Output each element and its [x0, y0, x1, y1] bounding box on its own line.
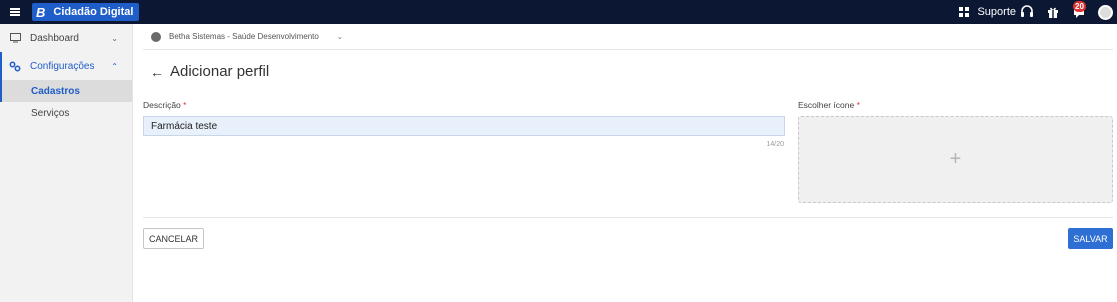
sidebar: Dashboard ⌄ Configurações ⌃ Cadastros Se… [0, 24, 133, 302]
notifications-button[interactable]: 20 [1072, 1, 1086, 19]
notification-badge: 20 [1073, 1, 1086, 12]
brand-name: Cidadão Digital [53, 6, 134, 18]
description-label: Descrição * [143, 100, 186, 110]
apps-grid-icon[interactable] [959, 7, 970, 17]
menu-icon[interactable] [0, 0, 30, 24]
icon-label-text: Escolher ícone [798, 100, 855, 110]
entity-name: Betha Sistemas - Saúde Desenvolvimento [169, 32, 319, 41]
avatar[interactable] [1098, 4, 1113, 20]
top-bar: B Cidadão Digital Suporte 20 [0, 0, 1117, 24]
chevron-up-icon: ⌃ [111, 62, 118, 71]
brand-logo[interactable]: B Cidadão Digital [32, 3, 140, 21]
page-title: ← Adicionar perfil [150, 63, 269, 80]
sidebar-item-label: Dashboard [30, 32, 79, 44]
description-input[interactable] [143, 116, 785, 136]
description-label-text: Descrição [143, 100, 181, 110]
chevron-down-icon: ⌄ [111, 34, 118, 43]
monitor-icon [8, 33, 22, 43]
plus-icon: + [949, 148, 962, 170]
cancel-button[interactable]: CANCELAR [143, 228, 205, 249]
sidebar-item-servicos[interactable]: Serviços [0, 102, 132, 124]
character-counter: 14/20 [766, 141, 784, 148]
sidebar-item-cadastros[interactable]: Cadastros [0, 80, 132, 102]
sidebar-item-configuracoes[interactable]: Configurações ⌃ [0, 52, 132, 80]
top-actions: Suporte 20 [959, 0, 1117, 24]
gears-icon [8, 61, 22, 72]
entity-selector[interactable]: Betha Sistemas - Saúde Desenvolvimento ⌄ [143, 24, 1113, 50]
save-button[interactable]: SALVAR [1068, 228, 1113, 249]
gift-icon[interactable] [1046, 5, 1060, 19]
back-arrow-icon[interactable]: ← [150, 64, 164, 80]
required-mark: * [183, 100, 187, 110]
icon-label: Escolher ícone * [798, 100, 860, 110]
main-content: Betha Sistemas - Saúde Desenvolvimento ⌄… [134, 24, 1117, 302]
support-link[interactable]: Suporte [977, 6, 1016, 18]
sidebar-item-label: Configurações [30, 60, 95, 72]
page-title-text: Adicionar perfil [170, 63, 270, 80]
required-mark: * [856, 100, 860, 110]
entity-emblem-icon [151, 31, 161, 42]
sidebar-item-dashboard[interactable]: Dashboard ⌄ [0, 24, 132, 52]
brand-letter: B [36, 4, 46, 20]
divider [143, 217, 1113, 218]
chevron-down-icon: ⌄ [336, 33, 343, 41]
headset-icon[interactable] [1020, 5, 1034, 19]
icon-picker[interactable]: + [798, 116, 1113, 203]
